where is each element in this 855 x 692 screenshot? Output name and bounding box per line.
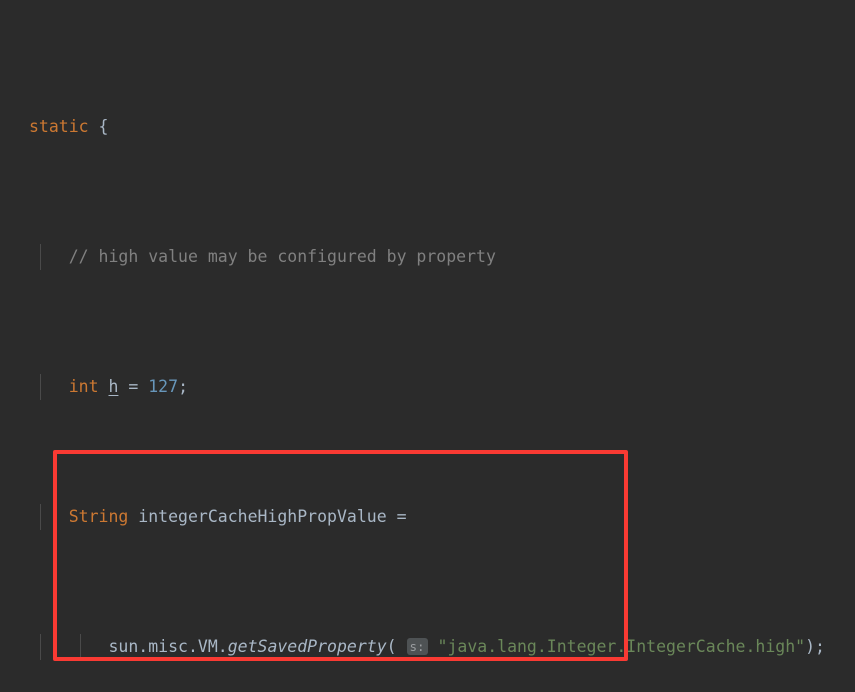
code-content[interactable]: static { // high value may be configured…	[0, 10, 855, 692]
code-editor[interactable]: static { // high value may be configured…	[0, 0, 855, 692]
code-line[interactable]: static {	[0, 114, 855, 140]
code-line[interactable]: // high value may be configured by prope…	[0, 244, 855, 270]
code-line[interactable]: int h = 127;	[0, 374, 855, 400]
code-line[interactable]: sun.misc.VM.getSavedProperty( s: "java.l…	[0, 634, 855, 660]
code-line[interactable]: String integerCacheHighPropValue =	[0, 504, 855, 530]
parameter-hint: s:	[406, 638, 428, 655]
